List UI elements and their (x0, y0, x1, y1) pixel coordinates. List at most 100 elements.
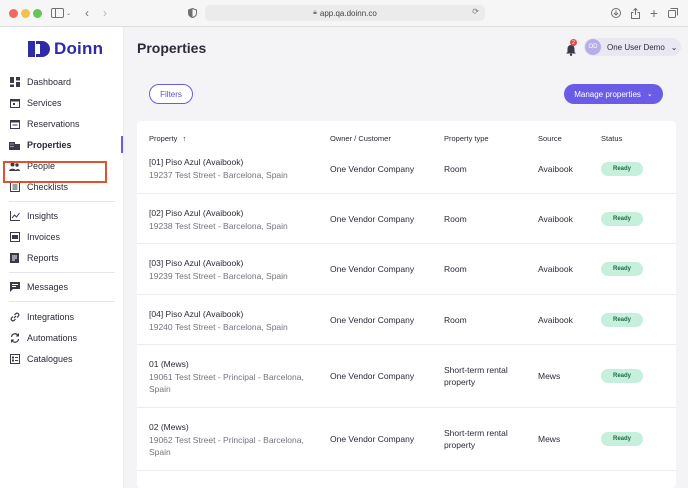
status-badge: Ready (601, 432, 643, 446)
column-header-type[interactable]: Property type (444, 134, 489, 143)
logo-text: Doinn (54, 39, 104, 58)
sidebar-item-automations[interactable]: Automations (0, 328, 123, 348)
table-row[interactable]: [04] Piso Azul (Avaibook) 19240 Test Str… (137, 294, 676, 344)
link-icon (9, 312, 20, 323)
sidebar-item-integrations[interactable]: Integrations (0, 307, 123, 327)
property-address: 19240 Test Street - Barcelona, Spain (149, 322, 288, 332)
sidebar-item-messages[interactable]: Messages (0, 277, 123, 297)
message-icon (9, 282, 20, 293)
column-header-property[interactable]: Property ↑ (149, 134, 186, 143)
sidebar-item-reservations[interactable]: Reservations (0, 114, 123, 134)
back-icon[interactable]: ‹ (82, 5, 92, 21)
active-indicator (121, 136, 123, 153)
column-header-owner[interactable]: Owner / Customer (330, 134, 391, 143)
sidebar-item-properties[interactable]: Properties (0, 135, 123, 155)
catalogue-icon (9, 354, 20, 365)
owner-cell: One Vendor Company (330, 264, 415, 274)
chevron-down-icon: ⌄ (646, 91, 653, 98)
sidebar-item-insights[interactable]: Insights (0, 206, 123, 226)
translate-reload-icon[interactable]: ⟳ (472, 7, 479, 16)
chevron-down-icon: ⌄ (670, 42, 678, 52)
property-name: [01] Piso Azul (Avaibook) (149, 157, 244, 167)
owner-cell: One Vendor Company (330, 164, 415, 174)
type-cell: Room (444, 315, 467, 325)
sidebar-item-label: Properties (27, 140, 72, 150)
page-title: Properties (137, 40, 207, 56)
calendar-icon (9, 119, 20, 130)
sidebar-item-label: Integrations (27, 312, 75, 322)
property-name: 02 (Mews) (149, 422, 189, 432)
calendar-icon (9, 98, 20, 109)
property-address-line2: Spain (149, 384, 171, 394)
source-cell: Avaibook (538, 315, 573, 325)
column-header-status[interactable]: Status (601, 134, 622, 143)
sidebar-item-dashboard[interactable]: Dashboard (0, 72, 123, 92)
table-row[interactable] (137, 470, 676, 488)
url-text: app.qa.doinn.co (319, 8, 377, 18)
property-address: 19238 Test Street - Barcelona, Spain (149, 221, 288, 231)
sidebar-item-invoices[interactable]: Invoices (0, 227, 123, 247)
manage-properties-label: Manage properties (574, 89, 641, 99)
status-badge: Ready (601, 212, 643, 226)
sidebar-item-label: Invoices (27, 232, 61, 242)
minimize-window-button[interactable] (21, 9, 30, 18)
sidebar-item-label: Checklists (27, 182, 69, 192)
sidebar-item-label: Catalogues (27, 354, 73, 364)
filters-button[interactable]: Filters (149, 84, 193, 104)
close-window-button[interactable] (9, 9, 18, 18)
checklist-icon (9, 182, 20, 193)
sidebar-item-label: Automations (27, 333, 78, 343)
table-row[interactable]: [01] Piso Azul (Avaibook) 19237 Test Str… (137, 149, 676, 193)
nav-divider (9, 301, 115, 302)
property-address: 19061 Test Street - Principal - Barcelon… (149, 372, 304, 382)
browser-toolbar: ⌄ ‹ › 🔒︎ app.qa.doinn.co ⟳ + (0, 0, 688, 27)
status-badge: Ready (601, 262, 643, 276)
notification-badge: 2 (570, 39, 577, 46)
nav-divider (9, 272, 115, 273)
sidebar: Doinn Dashboard Services Reservations Pr… (0, 27, 124, 488)
properties-highlight-annotation (3, 161, 107, 183)
doinn-logo[interactable]: Doinn (28, 39, 103, 59)
property-name: [02] Piso Azul (Avaibook) (149, 208, 244, 218)
tab-overview-icon[interactable] (667, 5, 679, 21)
sidebar-item-catalogues[interactable]: Catalogues (0, 349, 123, 369)
source-cell: Avaibook (538, 164, 573, 174)
table-row[interactable]: [02] Piso Azul (Avaibook) 19238 Test Str… (137, 193, 676, 243)
property-address-line2: Spain (149, 447, 171, 457)
property-address: 19239 Test Street - Barcelona, Spain (149, 271, 288, 281)
chart-icon (9, 211, 20, 222)
user-menu[interactable]: OD One User Demo ⌄ (584, 38, 681, 56)
type-cell: Short-term rental (444, 365, 508, 375)
column-header-source[interactable]: Source (538, 134, 562, 143)
manage-properties-button[interactable]: Manage properties ⌄ (564, 84, 663, 104)
properties-table: Property ↑ Owner / Customer Property typ… (137, 121, 676, 488)
share-icon[interactable] (629, 5, 641, 21)
sidebar-toggle-icon[interactable]: ⌄ (50, 5, 72, 21)
sort-arrow-up-icon: ↑ (182, 134, 187, 143)
status-badge: Ready (601, 162, 643, 176)
lock-icon: 🔒︎ (313, 9, 317, 16)
avatar: OD (585, 39, 601, 55)
address-bar[interactable]: 🔒︎ app.qa.doinn.co ⟳ (205, 5, 485, 21)
download-icon[interactable] (610, 5, 622, 21)
status-badge: Ready (601, 313, 643, 327)
table-row[interactable]: 01 (Mews) 19061 Test Street - Principal … (137, 344, 676, 407)
main-content: Properties 2 OD One User Demo ⌄ Filters … (124, 27, 688, 488)
refresh-icon (9, 333, 20, 344)
new-tab-icon[interactable]: + (648, 5, 660, 21)
sidebar-item-label: Services (27, 98, 62, 108)
sidebar-item-label: Reservations (27, 119, 80, 129)
table-row[interactable]: [03] Piso Azul (Avaibook) 19239 Test Str… (137, 243, 676, 294)
table-row[interactable]: 02 (Mews) 19062 Test Street - Principal … (137, 407, 676, 470)
maximize-window-button[interactable] (33, 9, 42, 18)
owner-cell: One Vendor Company (330, 315, 415, 325)
forward-icon[interactable]: › (100, 5, 110, 21)
owner-cell: One Vendor Company (330, 434, 415, 444)
privacy-shield-icon[interactable] (186, 5, 198, 21)
owner-cell: One Vendor Company (330, 214, 415, 224)
sidebar-item-services[interactable]: Services (0, 93, 123, 113)
sidebar-item-label: Messages (27, 282, 69, 292)
type-cell: Room (444, 164, 467, 174)
type-cell: Room (444, 214, 467, 224)
sidebar-item-reports[interactable]: Reports (0, 248, 123, 268)
